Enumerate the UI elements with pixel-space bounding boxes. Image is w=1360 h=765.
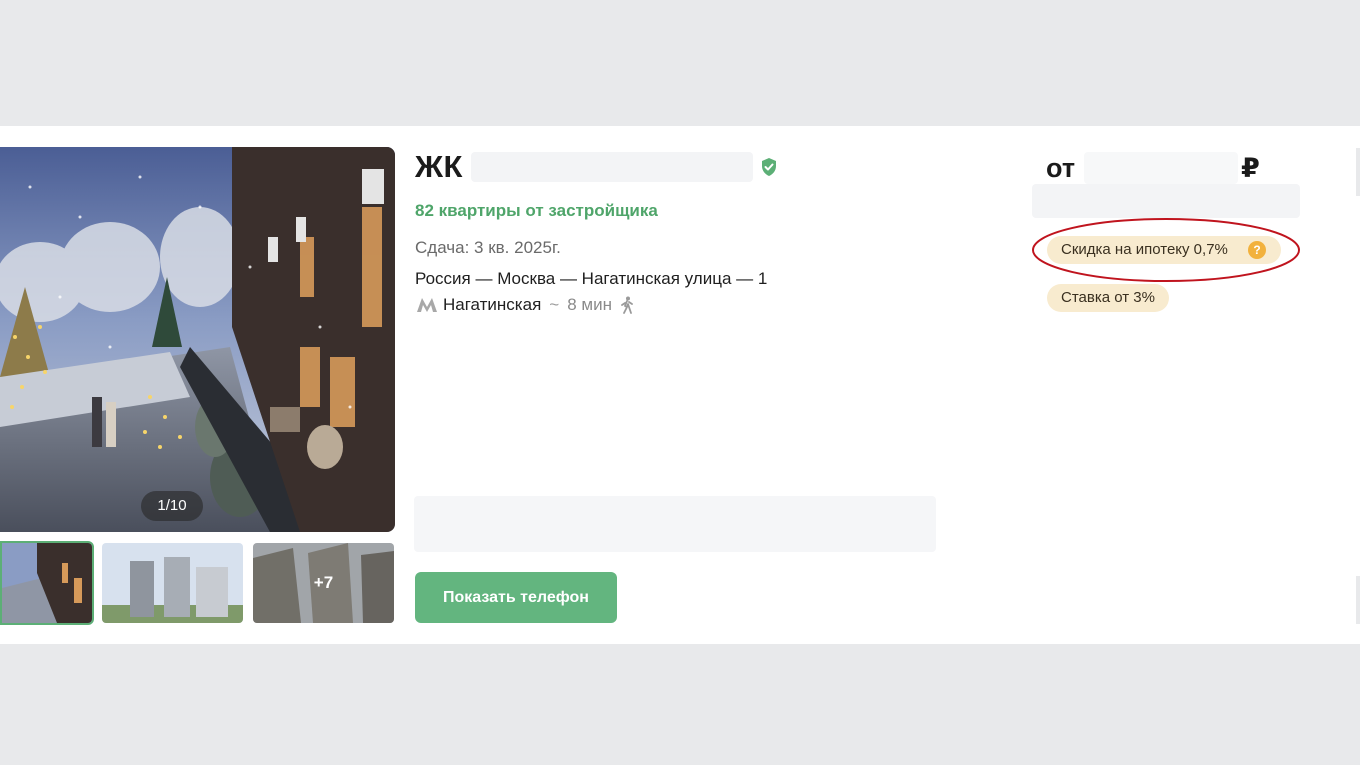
price-prefix: от bbox=[1046, 153, 1076, 183]
thumbnail-2-image bbox=[102, 543, 243, 623]
photo-counter: 1/10 bbox=[141, 491, 203, 521]
main-photo[interactable] bbox=[0, 147, 395, 532]
winter-terrace-image bbox=[0, 147, 395, 532]
address: Россия — Москва — Нагатинская улица — 1 bbox=[415, 269, 768, 288]
walking-person-icon bbox=[621, 296, 633, 314]
help-question-icon[interactable]: ? bbox=[1248, 241, 1266, 259]
metro-separator: ~ bbox=[549, 295, 560, 314]
card-edge bbox=[1356, 576, 1360, 624]
thumbnail-1[interactable] bbox=[0, 541, 94, 625]
show-phone-button[interactable]: Показать телефон bbox=[415, 572, 617, 623]
mortgage-rate-badge: Ставка от 3% bbox=[1047, 284, 1169, 312]
mortgage-rate-label: Ставка от 3% bbox=[1061, 289, 1155, 306]
description-placeholder bbox=[414, 496, 936, 552]
thumbnail-1-image bbox=[2, 543, 92, 623]
title-name-redacted bbox=[471, 152, 753, 182]
shield-check-icon bbox=[762, 158, 776, 176]
price-currency: ₽ bbox=[1241, 153, 1260, 183]
more-photos-overlay[interactable]: +7 bbox=[253, 543, 394, 623]
delivery-date: Сдача: 3 кв. 2025г. bbox=[415, 238, 561, 257]
price-subline-redacted bbox=[1032, 184, 1300, 218]
apartments-link[interactable]: 82 квартиры от застройщика bbox=[415, 200, 658, 222]
title-prefix: ЖК bbox=[415, 149, 463, 184]
thumbnail-2[interactable] bbox=[102, 543, 243, 623]
metro-walk-time: 8 мин bbox=[567, 295, 612, 314]
price-value-redacted bbox=[1084, 152, 1238, 184]
thumbnail-3[interactable]: +7 bbox=[253, 543, 394, 623]
metro-info: Нагатинская ~ 8 мин bbox=[415, 294, 634, 316]
mortgage-discount-badge[interactable]: Скидка на ипотеку 0,7% bbox=[1047, 236, 1281, 264]
metro-m-icon bbox=[417, 298, 437, 312]
mortgage-discount-label: Скидка на ипотеку 0,7% bbox=[1061, 241, 1228, 258]
metro-station: Нагатинская bbox=[443, 295, 542, 314]
card-edge bbox=[1356, 148, 1360, 196]
